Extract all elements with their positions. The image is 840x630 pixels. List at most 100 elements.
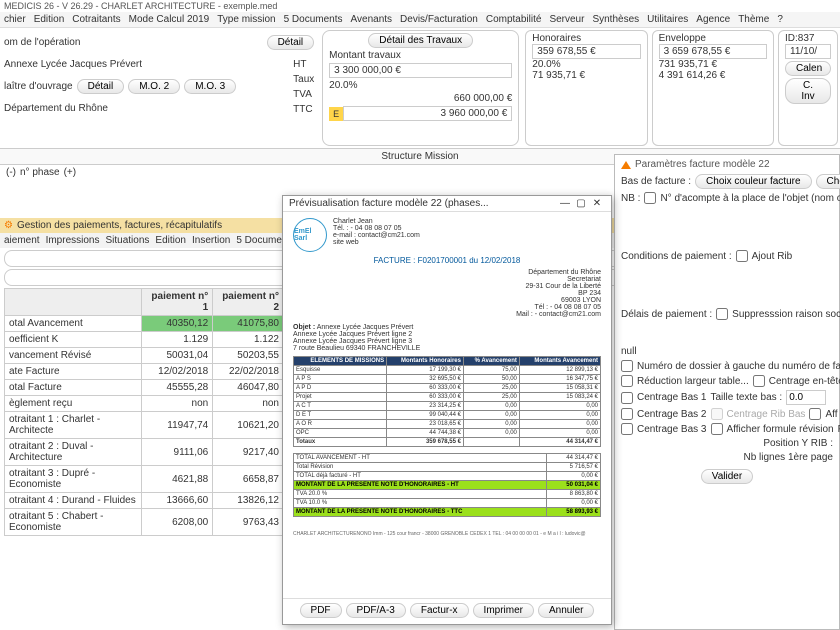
- tab-aiement[interactable]: aiement: [4, 235, 40, 246]
- id-date: 11/10/: [785, 44, 831, 59]
- montant-label: Montant travaux: [329, 50, 401, 61]
- env-v3: 4 391 614,26 €: [659, 70, 767, 81]
- valider-button[interactable]: Valider: [701, 469, 753, 484]
- factur-x-button[interactable]: Factur-x: [410, 603, 469, 618]
- invoice-table: ELEMENTS DE MISSIONSMontants Honoraires%…: [293, 356, 601, 447]
- choix-button[interactable]: Choix: [816, 174, 840, 189]
- phase-label: n° phase: [20, 167, 60, 178]
- param-icon: [621, 161, 631, 169]
- menu-?[interactable]: ?: [777, 14, 783, 25]
- plus-button[interactable]: (+): [64, 167, 77, 178]
- preview-title: Prévisualisation facture modèle 22 (phas…: [289, 198, 489, 209]
- cb1-checkbox[interactable]: [621, 392, 633, 404]
- menu-bar: chier Edition Cotraitants Mode Calcul 2019 T…: [0, 12, 840, 28]
- menu-synthèses[interactable]: Synthèses: [592, 14, 639, 25]
- numdoss-checkbox[interactable]: [621, 360, 633, 372]
- menu-devis/facturation[interactable]: Devis/Facturation: [400, 14, 478, 25]
- table-row[interactable]: vancement Révisé50031,0450203,55: [5, 348, 284, 364]
- env-v2: 731 935,71 €: [659, 59, 767, 70]
- table-row[interactable]: otraitant 5 : Chabert - Economiste6208,0…: [5, 509, 284, 536]
- table-row[interactable]: otraitant 4 : Durand - Fluides13666,6013…: [5, 493, 284, 509]
- table-row[interactable]: oefficient K1.1291.122: [5, 332, 284, 348]
- table-row[interactable]: otraitant 1 : Charlet - Architecte11947,…: [5, 412, 284, 439]
- menu-comptabilité[interactable]: Comptabilité: [486, 14, 542, 25]
- taux-val: 20.0%: [329, 80, 357, 91]
- imprimer-button[interactable]: Imprimer: [473, 603, 534, 618]
- crb-checkbox: [711, 408, 723, 420]
- tab-insertion[interactable]: Insertion: [192, 235, 230, 246]
- menu-chier[interactable]: chier: [4, 14, 26, 25]
- null-label: null: [621, 346, 637, 357]
- annuler-button[interactable]: Annuler: [538, 603, 594, 618]
- mo2-button[interactable]: M.O. 2: [128, 79, 180, 94]
- supp-label: Suppresssion raison sociale MOE haut: [732, 309, 840, 320]
- e-badge[interactable]: E: [329, 107, 343, 121]
- preview-buttons: PDF PDF/A-3 Factur-x Imprimer Annuler: [283, 598, 611, 622]
- numdoss-label: Numéro de dossier à gauche du numéro de …: [637, 361, 840, 372]
- table-row[interactable]: ate Facture12/02/201822/02/2018: [5, 364, 284, 380]
- mo3-button[interactable]: M.O. 3: [184, 79, 236, 94]
- rib-label: Ajout Rib: [752, 251, 793, 262]
- mo-value: Département du Rhône: [4, 103, 108, 114]
- tab-situations[interactable]: Situations: [105, 235, 149, 246]
- close-icon[interactable]: ✕: [589, 198, 605, 209]
- menu-utilitaires[interactable]: Utilitaires: [647, 14, 688, 25]
- summary-table: TOTAL AVANCEMENT - HT44 314,47 €Total Ré…: [293, 453, 601, 517]
- choix-couleur-button[interactable]: Choix couleur facture: [695, 174, 812, 189]
- detail-travaux-button[interactable]: Détail des Travaux: [368, 33, 473, 48]
- menu-type mission[interactable]: Type mission: [217, 14, 275, 25]
- acompte-checkbox[interactable]: [644, 192, 656, 204]
- max-icon[interactable]: ▢: [573, 198, 589, 209]
- menu-edition[interactable]: Edition: [34, 14, 65, 25]
- menu-5 documents[interactable]: 5 Documents: [284, 14, 343, 25]
- nb-label: NB :: [621, 193, 640, 204]
- objet-label: Objet :: [293, 324, 315, 331]
- pdf/a-3-button[interactable]: PDF/A-3: [346, 603, 406, 618]
- ttc-val: 3 960 000,00 €: [343, 106, 512, 121]
- cb3-checkbox[interactable]: [621, 423, 633, 435]
- menu-mode calcul 2019[interactable]: Mode Calcul 2019: [129, 14, 210, 25]
- logo: EmEl Sarl: [293, 218, 327, 252]
- table-row[interactable]: otal Facture45555,2846047,80: [5, 380, 284, 396]
- supp-checkbox[interactable]: [716, 308, 728, 320]
- table-row[interactable]: èglement reçunonnon: [5, 396, 284, 412]
- cinv-button[interactable]: C. Inv: [785, 78, 831, 104]
- menu-thème[interactable]: Thème: [738, 14, 769, 25]
- ttc-label: TTC: [293, 104, 314, 115]
- taux-label: Taux: [293, 74, 314, 85]
- rib-checkbox[interactable]: [736, 250, 748, 262]
- tab-edition[interactable]: Edition: [155, 235, 186, 246]
- enveloppe-box: Enveloppe 3 659 678,55 € 731 935,71 € 4 …: [652, 30, 774, 146]
- cb2-checkbox[interactable]: [621, 408, 633, 420]
- table-row[interactable]: otraitant 3 : Dupré - Economiste4621,886…: [5, 466, 284, 493]
- cen-ent-checkbox[interactable]: [753, 375, 765, 387]
- hon-title: Honoraires: [532, 33, 640, 44]
- window-title: MEDICIS 26 - V 26.29 - CHARLET ARCHITECT…: [0, 0, 840, 12]
- min-icon[interactable]: —: [557, 198, 573, 209]
- red-checkbox[interactable]: [621, 375, 633, 387]
- operation-name: Annexe Lycée Jacques Prévert: [4, 59, 142, 70]
- minus-button[interactable]: (-): [6, 167, 16, 178]
- hon-v1: 359 678,55 €: [532, 44, 640, 59]
- detail2-button[interactable]: Détail: [77, 79, 125, 94]
- table-header-row: paiement n° 1paiement n° 2: [5, 289, 284, 316]
- detail-button[interactable]: Détail: [267, 35, 315, 50]
- menu-agence[interactable]: Agence: [696, 14, 730, 25]
- menu-cotraitants[interactable]: Cotraitants: [72, 14, 120, 25]
- payments-table: paiement n° 1paiement n° 2 otal Avanceme…: [4, 288, 284, 536]
- bas-label: Bas de facture :: [621, 176, 691, 187]
- footer-text: CHARLET ARCHITECTURENONO Imm - 125 cour …: [293, 531, 601, 537]
- pdf-button[interactable]: PDF: [300, 603, 342, 618]
- taille-input[interactable]: [786, 390, 826, 405]
- menu-serveur[interactable]: Serveur: [549, 14, 584, 25]
- menu-avenants[interactable]: Avenants: [351, 14, 393, 25]
- table-row[interactable]: otraitant 2 : Duval - Architecture9111,0…: [5, 439, 284, 466]
- nom-label: om de l'opération: [4, 37, 80, 48]
- calen-button[interactable]: Calen: [785, 61, 831, 76]
- afr-checkbox[interactable]: [711, 423, 723, 435]
- table-row[interactable]: otal Avancement40350,1241075,80: [5, 316, 284, 332]
- tab-impressions[interactable]: Impressions: [46, 235, 100, 246]
- tva-val: 660 000,00 €: [454, 93, 512, 104]
- travaux-box: HT Taux TVA TTC Détail des Travaux Monta…: [322, 30, 519, 146]
- to-block: Département du RhôneSecretariat29-31 Cou…: [293, 269, 601, 318]
